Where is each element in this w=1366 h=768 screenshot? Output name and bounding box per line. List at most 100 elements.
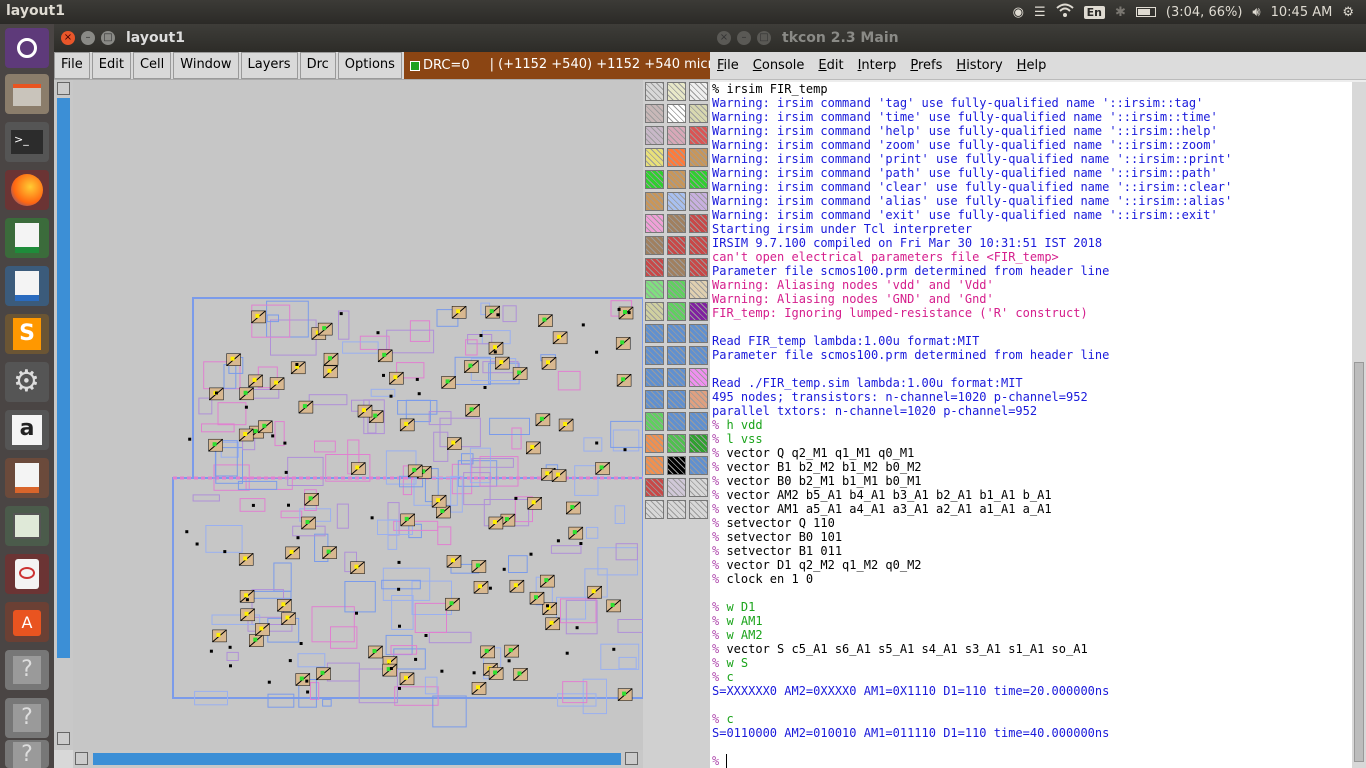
files-icon[interactable] [5,74,49,114]
layer-swatch[interactable] [667,324,686,343]
console-output[interactable]: % irsim FIR_temp Warning: irsim command '… [710,82,1352,768]
software-center-icon[interactable]: A [5,602,49,642]
layout-drawing[interactable] [73,80,643,750]
chrome-icon[interactable]: ◉ [1013,5,1024,20]
wifi-icon[interactable] [1055,3,1074,21]
clock[interactable]: 10:45 AM [1271,5,1333,20]
maximize-icon[interactable]: □ [101,31,115,45]
unknown-app-icon[interactable]: ? [5,698,49,738]
scroll-down-icon[interactable] [57,732,70,745]
layer-swatch[interactable] [645,478,664,497]
unknown-app-icon[interactable]: ? [5,650,49,690]
layer-swatch[interactable] [667,280,686,299]
layer-swatch[interactable] [689,126,708,145]
layer-swatch[interactable] [689,82,708,101]
layer-swatch[interactable] [645,258,664,277]
layout-canvas[interactable] [73,80,643,750]
layer-swatch[interactable] [645,214,664,233]
layer-swatch[interactable] [689,302,708,321]
minimize-icon[interactable]: – [737,31,751,45]
layer-swatch[interactable] [689,324,708,343]
layout-horizontal-scrollbar[interactable] [73,750,643,768]
spreadsheet-icon[interactable] [5,218,49,258]
layer-swatch[interactable] [667,500,686,519]
scroll-up-icon[interactable] [57,82,70,95]
tkcon-menu-item[interactable]: History [949,58,1009,73]
system-settings-icon[interactable]: ⚙ [5,362,49,402]
layer-swatch[interactable] [667,478,686,497]
layer-swatch[interactable] [667,346,686,365]
layer-swatch[interactable] [667,192,686,211]
volume-icon[interactable]: 🔊︎ [1252,5,1260,20]
layer-swatch[interactable] [645,170,664,189]
layer-swatch[interactable] [645,148,664,167]
layer-swatch[interactable] [667,148,686,167]
terminal-icon[interactable]: >_ [5,122,49,162]
layout-hscroll-thumb[interactable] [93,753,621,765]
close-icon[interactable]: × [717,31,731,45]
menu-file[interactable]: File [54,52,90,79]
scroll-right-icon[interactable] [625,752,638,765]
layer-swatch[interactable] [689,478,708,497]
layer-swatch[interactable] [689,412,708,431]
layer-swatch[interactable] [667,82,686,101]
close-icon[interactable]: × [61,31,75,45]
layer-swatch[interactable] [667,236,686,255]
tkcon-menu-item[interactable]: Console [746,58,812,73]
layer-swatch[interactable] [689,434,708,453]
tkcon-window-titlebar[interactable]: × – □ tkcon 2.3 Main [710,24,1366,52]
layer-swatch[interactable] [645,434,664,453]
layer-swatch[interactable] [667,434,686,453]
minimize-icon[interactable]: – [81,31,95,45]
menu-drc[interactable]: Drc [299,52,336,79]
layer-swatch[interactable] [667,126,686,145]
menu-layers[interactable]: Layers [240,52,298,79]
console-scrollbar[interactable] [1352,82,1366,768]
draw-icon[interactable] [5,458,49,498]
layer-swatch[interactable] [645,324,664,343]
image-viewer-icon[interactable] [5,506,49,546]
layer-swatch[interactable] [689,368,708,387]
layer-swatch[interactable] [645,346,664,365]
menu-edit[interactable]: Edit [91,52,131,79]
document-viewer-icon[interactable] [5,554,49,594]
layer-swatch[interactable] [645,412,664,431]
layer-swatch[interactable] [667,412,686,431]
layer-swatch[interactable] [645,126,664,145]
layer-swatch[interactable] [645,500,664,519]
battery-icon[interactable] [1135,7,1156,17]
layer-swatch[interactable] [689,214,708,233]
gear-icon[interactable]: ⚙ [1342,5,1354,20]
layout-vscroll-thumb[interactable] [57,98,70,658]
drc-status[interactable]: DRC=0 [403,52,476,79]
layer-swatch[interactable] [689,280,708,299]
bluetooth-icon[interactable]: ✱ [1115,5,1126,20]
list-icon[interactable]: ☰ [1034,5,1046,20]
layer-swatch[interactable] [689,236,708,255]
layer-swatch[interactable] [667,456,686,475]
amazon-icon[interactable]: a [5,410,49,450]
layer-swatch[interactable] [645,192,664,211]
layer-swatch[interactable] [645,368,664,387]
layer-swatch[interactable] [689,346,708,365]
ubuntu-dash-icon[interactable] [5,28,49,68]
unknown-app-icon[interactable]: ? [5,740,49,768]
battery-status[interactable]: (3:04, 66%) [1166,5,1243,20]
layer-swatch[interactable] [689,192,708,211]
layer-swatch[interactable] [689,104,708,123]
layer-swatch[interactable] [667,390,686,409]
maximize-icon[interactable]: □ [757,31,771,45]
layout-window-titlebar[interactable]: × – □ layout1 [54,24,710,52]
layer-swatch[interactable] [645,456,664,475]
layer-swatch[interactable] [689,390,708,409]
layer-swatch[interactable] [645,390,664,409]
firefox-icon[interactable] [5,170,49,210]
menu-options[interactable]: Options [337,52,402,79]
layer-swatch[interactable] [667,104,686,123]
tkcon-menu-item[interactable]: Interp [851,58,904,73]
sublime-text-icon[interactable]: S [5,314,49,354]
layer-swatch[interactable] [689,500,708,519]
text-cursor[interactable] [726,754,735,768]
tkcon-menu-item[interactable]: Prefs [903,58,949,73]
menu-window[interactable]: Window [173,52,239,79]
